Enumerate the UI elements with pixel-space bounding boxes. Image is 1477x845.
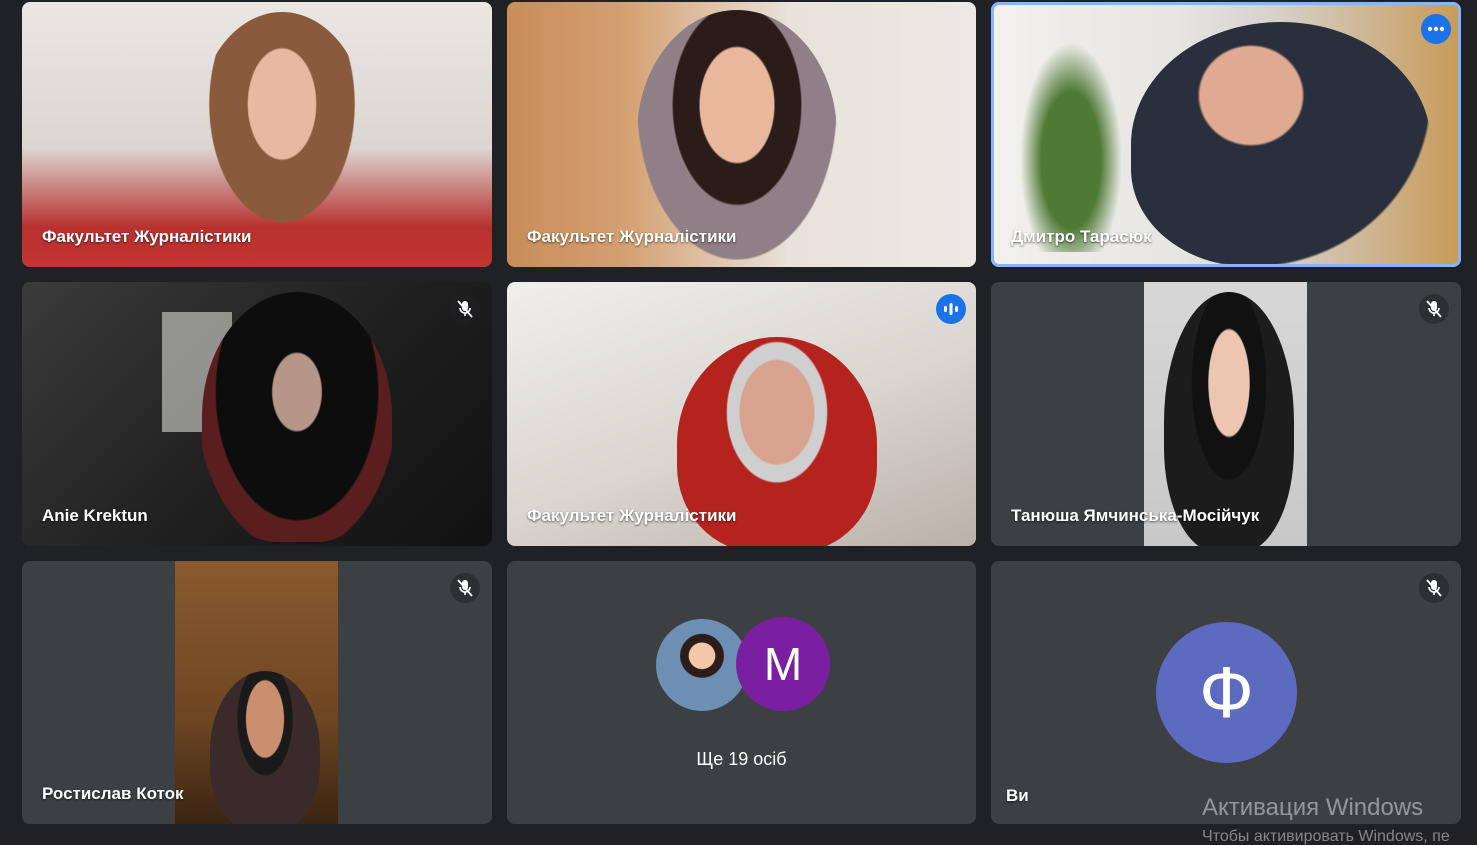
participant-name: Факультет Журналістики bbox=[527, 506, 737, 525]
participant-figure bbox=[1131, 22, 1431, 267]
participant-video bbox=[175, 561, 338, 824]
participant-tile[interactable]: Факультет Журналістики bbox=[507, 282, 976, 546]
participant-name: Дмитро Тарасюк bbox=[1011, 227, 1152, 246]
meeting-grid: Факультет Журналістики Факультет Журналі… bbox=[0, 0, 1477, 845]
mic-off-icon bbox=[1419, 573, 1449, 603]
participant-name: Танюша Ямчинська-Мосійчук bbox=[1011, 506, 1260, 525]
self-name: Ви bbox=[1006, 786, 1029, 805]
participant-name: Факультет Журналістики bbox=[42, 227, 252, 246]
participant-tile[interactable]: Факультет Журналістики bbox=[22, 2, 492, 267]
more-options-icon[interactable] bbox=[1421, 14, 1451, 44]
more-participants-tile[interactable]: M Ще 19 осіб bbox=[507, 561, 976, 824]
participant-tile[interactable]: Факультет Журналістики bbox=[507, 2, 976, 267]
participant-tile[interactable]: Танюша Ямчинська-Мосійчук bbox=[991, 282, 1461, 546]
participant-figure bbox=[637, 10, 837, 260]
participant-name: Факультет Журналістики bbox=[527, 227, 737, 246]
speaking-indicator-icon bbox=[936, 294, 966, 324]
self-avatar: Ф bbox=[1156, 622, 1297, 763]
windows-activation-subtitle: Чтобы активировать Windows, пе bbox=[1202, 828, 1450, 845]
participant-figure bbox=[210, 671, 320, 824]
avatar-group: M bbox=[654, 617, 834, 713]
mic-off-icon bbox=[450, 294, 480, 324]
mic-off-icon bbox=[1419, 294, 1449, 324]
mic-off-icon bbox=[450, 573, 480, 603]
plant-decoration bbox=[1011, 22, 1131, 252]
participant-name: Anie Krektun bbox=[42, 506, 148, 525]
participant-tile[interactable]: Ростислав Коток bbox=[22, 561, 492, 824]
participant-tile-active[interactable]: Дмитро Тарасюк bbox=[991, 2, 1461, 267]
more-participants-count: Ще 19 осіб bbox=[696, 749, 787, 769]
participant-figure bbox=[202, 292, 392, 542]
windows-activation-watermark: Активация Windows bbox=[1202, 794, 1424, 821]
avatar-letter: M bbox=[736, 617, 830, 711]
participant-name: Ростислав Коток bbox=[42, 784, 184, 803]
participant-figure bbox=[197, 12, 367, 242]
participant-tile[interactable]: Anie Krektun bbox=[22, 282, 492, 546]
self-tile[interactable]: Ф Ви bbox=[991, 561, 1461, 824]
